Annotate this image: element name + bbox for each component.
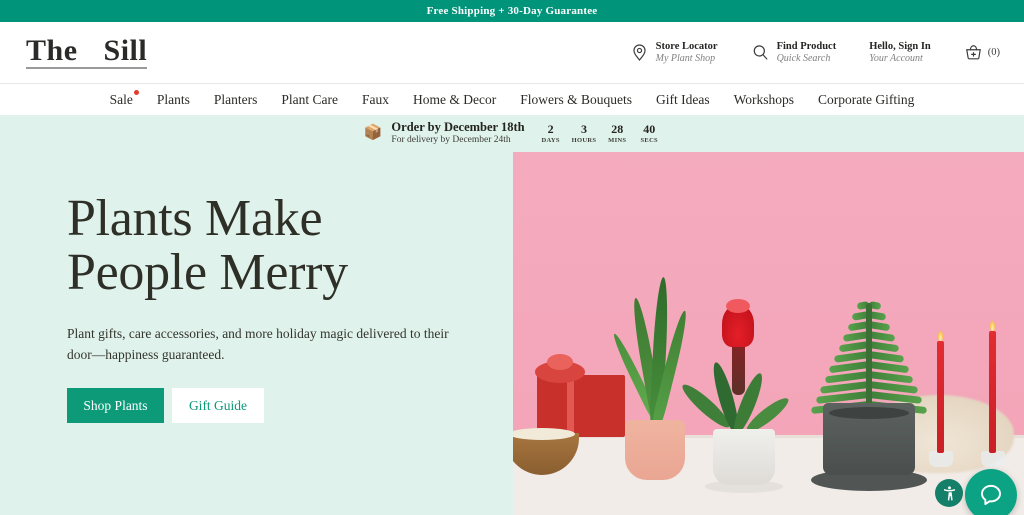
nav-item-label: Planters: [213, 91, 258, 107]
nav-item-label: Gift Ideas: [656, 91, 710, 107]
hero-paragraph: Plant gifts, care accessories, and more …: [67, 326, 449, 363]
countdown-hours-value: 3: [580, 122, 587, 137]
page-root: Free Shipping + 30-Day Guarantee The Sil…: [0, 0, 1024, 515]
nav-item-workshops[interactable]: Workshops: [722, 92, 806, 108]
nav-item-flowers-bouquets[interactable]: Flowers & Bouquets: [508, 92, 644, 108]
countdown-subline: For delivery by December 24th: [391, 135, 511, 146]
nav-item-label: Faux: [362, 91, 389, 107]
accessibility-widget-button[interactable]: [935, 479, 963, 507]
hero-content: Plants Make People Merry Plant gifts, ca…: [67, 190, 497, 423]
pine-trunk: [866, 303, 872, 415]
package-box-icon: 📦: [363, 125, 383, 141]
countdown-days-label: DAYS: [541, 136, 560, 144]
countdown-mins-label: MINS: [608, 136, 627, 144]
nav-item-gift-ideas[interactable]: Gift Ideas: [644, 92, 722, 108]
countdown-secs-value: 40: [643, 122, 656, 137]
cart-button[interactable]: (0): [964, 43, 1000, 62]
nav-item-planters[interactable]: Planters: [202, 92, 270, 108]
countdown-days-value: 2: [547, 122, 554, 137]
main-navigation: Sale Plants Planters Plant Care Faux Hom…: [0, 83, 1024, 115]
site-header: The Sill Store Locator My Plant Shop Fin…: [0, 22, 1024, 83]
find-product-title: Find Product: [776, 40, 837, 52]
location-pin-icon: [630, 43, 649, 62]
nav-item-label: Sale: [109, 91, 133, 107]
find-product-link[interactable]: Find Product Quick Search: [751, 40, 837, 65]
nav-item-sale[interactable]: Sale: [98, 89, 145, 108]
candle-holder: [929, 451, 953, 467]
chat-widget-button[interactable]: [965, 469, 1017, 515]
find-product-subtitle: Quick Search: [776, 52, 831, 64]
hero-section: 📦 Order by December 18th For delivery by…: [0, 115, 1024, 515]
pine-branch: [868, 331, 896, 342]
account-link[interactable]: Hello, Sign In Your Account: [869, 41, 931, 65]
hero-button-group: Shop Plants Gift Guide: [67, 388, 497, 423]
header-utilities: Store Locator My Plant Shop Find Product…: [630, 41, 1000, 65]
countdown-unit-mins: 28 MINS: [606, 122, 628, 144]
nav-item-home-decor[interactable]: Home & Decor: [401, 92, 508, 108]
gift-ribbon: [535, 354, 585, 383]
bromeliad-red-flower: [722, 299, 754, 347]
countdown-headline: Order by December 18th: [391, 120, 525, 135]
nav-item-label: Plants: [156, 91, 190, 107]
hero-image: [513, 152, 1024, 515]
norfolk-pine-foliage: [810, 297, 928, 415]
cart-count: (0): [987, 47, 1000, 58]
candle-flame: [938, 331, 943, 341]
nav-item-plants[interactable]: Plants: [145, 92, 202, 108]
pink-planter: [625, 420, 685, 480]
candle-holder: [981, 451, 1005, 467]
nav-item-label: Flowers & Bouquets: [520, 91, 632, 107]
sale-badge-dot: [133, 89, 139, 95]
countdown-mins-value: 28: [611, 122, 624, 137]
nav-item-label: Home & Decor: [413, 91, 497, 107]
countdown-secs-label: SECS: [640, 136, 658, 144]
nav-item-faux[interactable]: Faux: [350, 92, 401, 108]
grey-planter: [823, 403, 915, 475]
logo-word-sill: Sill: [103, 34, 148, 67]
hero-heading-line-1: Plants Make: [67, 190, 323, 247]
nav-item-corporate-gifting[interactable]: Corporate Gifting: [806, 92, 926, 108]
account-title: Hello, Sign In: [869, 40, 931, 52]
nav-item-label: Corporate Gifting: [818, 91, 915, 107]
basket-icon: [964, 43, 983, 62]
chat-bubble-icon: [981, 484, 1001, 506]
candle-flame: [990, 321, 995, 331]
delivery-countdown-bar: 📦 Order by December 18th For delivery by…: [0, 115, 1024, 152]
red-candle: [937, 341, 944, 453]
red-candle: [989, 331, 996, 453]
countdown-hours-label: HOURS: [571, 136, 597, 144]
countdown-unit-days: 2 DAYS: [540, 122, 562, 144]
promo-banner: Free Shipping + 30-Day Guarantee: [0, 0, 1024, 22]
accessibility-icon: [943, 485, 955, 501]
logo-word-the: The: [26, 34, 78, 67]
countdown-unit-hours: 3 HOURS: [571, 122, 597, 144]
nav-item-plant-care[interactable]: Plant Care: [269, 92, 350, 108]
page-title: Plants Make People Merry: [67, 190, 497, 302]
nav-item-label: Plant Care: [281, 91, 338, 107]
hero-heading-line-2: People Merry: [67, 244, 348, 302]
nav-item-label: Workshops: [733, 91, 795, 107]
countdown-unit-secs: 40 SECS: [638, 122, 660, 144]
countdown-timer: 2 DAYS 3 HOURS 28 MINS 40 SECS: [540, 122, 661, 144]
site-logo[interactable]: The Sill: [26, 34, 148, 69]
search-icon: [751, 43, 770, 62]
account-subtitle: Your Account: [869, 52, 923, 64]
promo-banner-text: Free Shipping + 30-Day Guarantee: [426, 5, 598, 17]
gift-guide-button[interactable]: Gift Guide: [172, 388, 264, 423]
store-locator-title: Store Locator: [655, 40, 718, 52]
shop-plants-button[interactable]: Shop Plants: [67, 388, 164, 423]
white-planter: [713, 429, 775, 485]
store-locator-subtitle: My Plant Shop: [655, 52, 716, 64]
store-locator-link[interactable]: Store Locator My Plant Shop: [630, 41, 718, 65]
